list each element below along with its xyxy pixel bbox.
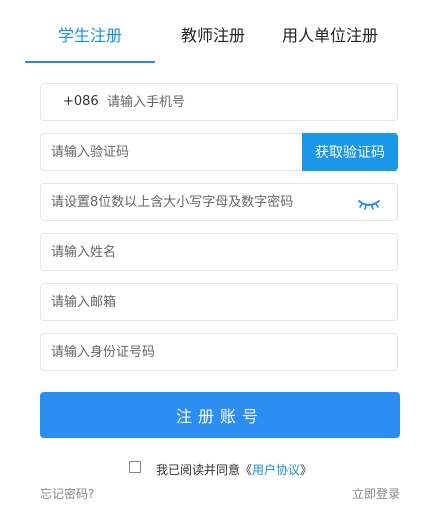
password-input[interactable] xyxy=(51,184,351,220)
id-number-input[interactable] xyxy=(51,334,351,370)
forgot-password-link[interactable]: 忘记密码? xyxy=(40,485,94,502)
agreement-suffix: 》 xyxy=(300,463,313,477)
id-number-field xyxy=(40,333,398,371)
phone-field: +086 xyxy=(40,83,398,121)
tab-teacher[interactable]: 教师注册 xyxy=(181,22,245,46)
eye-closed-icon[interactable] xyxy=(357,197,381,211)
name-input[interactable] xyxy=(51,234,351,270)
active-tab-indicator xyxy=(25,61,155,63)
registration-tabs: 学生注册 教师注册 用人单位注册 xyxy=(0,0,442,64)
country-code-prefix: +086 xyxy=(63,94,99,109)
user-agreement-link[interactable]: 用户协议 xyxy=(252,463,300,477)
password-field xyxy=(40,183,398,221)
email-field xyxy=(40,283,398,321)
phone-input[interactable] xyxy=(107,84,367,120)
get-code-button[interactable]: 获取验证码 xyxy=(302,133,398,171)
agreement-checkbox[interactable] xyxy=(129,461,141,473)
verification-code-input[interactable] xyxy=(51,134,291,170)
verification-code-field: 获取验证码 xyxy=(40,133,398,171)
login-link[interactable]: 立即登录 xyxy=(352,485,400,502)
email-input[interactable] xyxy=(51,284,351,320)
agreement-text: 我已阅读并同意《用户协议》 xyxy=(156,461,312,478)
name-field xyxy=(40,233,398,271)
tab-student[interactable]: 学生注册 xyxy=(58,22,122,46)
tab-employer[interactable]: 用人单位注册 xyxy=(282,22,378,46)
agreement-prefix: 我已阅读并同意《 xyxy=(156,463,253,477)
register-button[interactable]: 注册账号 xyxy=(40,392,400,438)
